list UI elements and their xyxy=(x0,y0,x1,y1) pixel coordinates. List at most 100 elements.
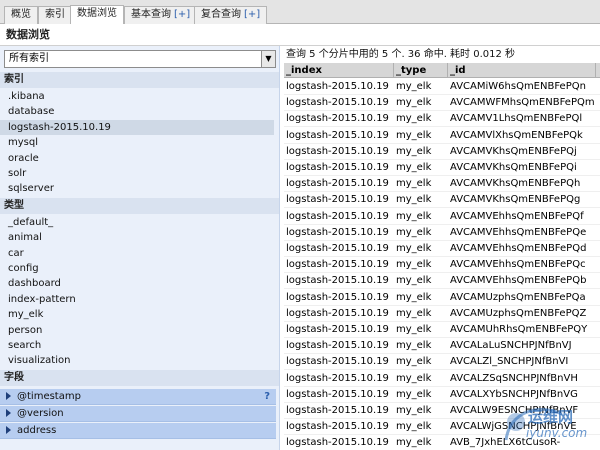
index-item[interactable]: logstash-2015.10.19 xyxy=(0,119,274,135)
tab-label: 数据浏览 xyxy=(77,8,117,19)
table-row[interactable]: logstash-2015.10.19 my_elk AVCAMVKhsQmENBF… xyxy=(284,144,600,160)
table-row[interactable]: logstash-2015.10.19 my_elk AVCAMUzphsQmENB… xyxy=(284,306,600,322)
page-title: 数据浏览 xyxy=(0,24,600,46)
type-item[interactable]: car xyxy=(0,246,274,261)
type-item[interactable]: dashboard xyxy=(0,276,274,291)
tab-label: 概览 xyxy=(11,9,31,20)
table-row[interactable]: logstash-2015.10.19 my_elk AVCAMVKhsQmENBF… xyxy=(284,192,600,209)
type-item[interactable]: _default_ xyxy=(0,215,274,230)
field-item[interactable]: @timestamp? xyxy=(0,388,276,405)
fields-header: 字段 xyxy=(0,369,279,386)
results-table-header: _index _type _id xyxy=(284,63,600,78)
cell-index: logstash-2015.10.19 xyxy=(286,356,389,368)
index-item[interactable]: solr xyxy=(0,166,274,181)
cell-type: my_elk xyxy=(396,421,432,433)
cell-id: AVCAMUhRhsQmENBFePQY xyxy=(450,324,588,335)
column-header-index[interactable]: _index xyxy=(284,63,394,78)
tab-label: 复合查询 xyxy=(201,9,241,20)
table-row[interactable]: logstash-2015.10.19 my_elk AVCAMVlXhsQmENB… xyxy=(284,128,600,144)
cell-index: logstash-2015.10.19 xyxy=(286,97,389,109)
table-row[interactable]: logstash-2015.10.19 my_elk AVCALZSqSNCHPJN… xyxy=(284,371,600,387)
table-row[interactable]: logstash-2015.10.19 my_elk AVCALaLuSNCHPJN… xyxy=(284,338,600,355)
expand-triangle-icon[interactable] xyxy=(6,425,11,434)
type-item[interactable]: search xyxy=(0,338,274,353)
type-item[interactable]: person xyxy=(0,323,274,338)
cell-type: my_elk xyxy=(396,340,432,352)
tab-4[interactable]: 复合查询 [+] xyxy=(194,6,268,24)
table-row[interactable]: logstash-2015.10.19 my_elk AVCAMVEhhsQmENB… xyxy=(284,209,600,225)
cell-type: my_elk xyxy=(396,356,432,368)
type-item[interactable]: my_elk xyxy=(0,307,274,322)
type-item[interactable]: visualization xyxy=(0,353,274,368)
index-select[interactable]: 所有索引 ▼ xyxy=(4,50,276,68)
column-header-id[interactable]: _id xyxy=(448,63,596,78)
help-icon[interactable]: ? xyxy=(264,389,270,405)
tab-2[interactable]: 数据浏览 xyxy=(70,5,124,25)
field-item[interactable]: @version xyxy=(0,405,276,422)
cell-id: AVCAMWFMhsQmENBFePQm xyxy=(450,97,595,109)
cell-id: AVCAMVEhhsQmENBFePQc xyxy=(450,259,586,271)
cell-id: AVCAMVEhhsQmENBFePQd xyxy=(450,243,587,254)
tab-3[interactable]: 基本查询 [+] xyxy=(124,6,198,24)
cell-id: AVCALZSqSNCHPJNfBnVH xyxy=(450,372,578,384)
cell-type: my_elk xyxy=(396,243,432,254)
field-item[interactable]: address xyxy=(0,422,276,439)
type-item[interactable]: index-pattern xyxy=(0,292,274,307)
expand-triangle-icon[interactable] xyxy=(6,408,11,417)
cell-index: logstash-2015.10.19 xyxy=(286,194,389,206)
cell-type: my_elk xyxy=(396,210,432,222)
cell-index: logstash-2015.10.19 xyxy=(286,259,389,271)
cell-type: my_elk xyxy=(396,97,432,109)
cell-index: logstash-2015.10.19 xyxy=(286,81,389,92)
table-row[interactable]: logstash-2015.10.19 my_elk AVCAMVEhhsQmENB… xyxy=(284,225,600,241)
cell-index: logstash-2015.10.19 xyxy=(286,129,389,141)
index-item[interactable]: mysql xyxy=(0,135,274,150)
cell-type: my_elk xyxy=(396,275,432,287)
index-item[interactable]: oracle xyxy=(0,151,274,166)
index-item[interactable]: sqlserver xyxy=(0,181,274,196)
table-row[interactable]: logstash-2015.10.19 my_elk AVCAMUhRhsQmENB… xyxy=(284,322,600,338)
cell-type: my_elk xyxy=(396,113,432,125)
field-name: @version xyxy=(17,407,64,419)
table-row[interactable]: logstash-2015.10.19 my_elk AVCALZl_SNCHPJN… xyxy=(284,354,600,371)
table-row[interactable]: logstash-2015.10.19 my_elk AVCAMVEhhsQmENB… xyxy=(284,257,600,274)
cell-index: logstash-2015.10.19 xyxy=(286,388,389,400)
cell-type: my_elk xyxy=(396,259,432,271)
field-name: @timestamp xyxy=(17,390,81,402)
tab-1[interactable]: 索引 xyxy=(38,6,72,24)
tab-add-icon[interactable]: [+] xyxy=(244,9,260,20)
cell-index: logstash-2015.10.19 xyxy=(286,162,389,173)
index-item[interactable]: .kibana xyxy=(0,89,274,104)
cell-index: logstash-2015.10.19 xyxy=(286,243,389,254)
column-header-type[interactable]: _type xyxy=(394,63,448,78)
table-row[interactable]: logstash-2015.10.19 my_elk AVCAMVKhsQmENBF… xyxy=(284,176,600,193)
table-row[interactable]: logstash-2015.10.19 my_elk AVCAMUzphsQmENB… xyxy=(284,290,600,306)
table-row[interactable]: logstash-2015.10.19 my_elk AVCAMVEhhsQmENB… xyxy=(284,241,600,257)
index-item[interactable]: database xyxy=(0,104,274,119)
cell-type: my_elk xyxy=(396,145,432,157)
cell-id: AVCAMUzphsQmENBFePQa xyxy=(450,291,586,303)
cell-type: my_elk xyxy=(396,81,432,92)
tab-add-icon[interactable]: [+] xyxy=(174,9,190,20)
dropdown-arrow-icon[interactable]: ▼ xyxy=(261,51,275,67)
cell-id: AVCAMVKhsQmENBFePQj xyxy=(450,145,577,157)
cell-index: logstash-2015.10.19 xyxy=(286,145,389,157)
table-row[interactable]: logstash-2015.10.19 my_elk AVCAMV1LhsQmENB… xyxy=(284,111,600,128)
expand-triangle-icon[interactable] xyxy=(6,391,11,400)
table-row[interactable]: logstash-2015.10.19 my_elk AVCAMWFMhsQmENB… xyxy=(284,95,600,112)
cell-index: logstash-2015.10.19 xyxy=(286,178,389,190)
type-item[interactable]: config xyxy=(0,261,274,276)
cell-id: AVCAMV1LhsQmENBFePQl xyxy=(450,113,583,125)
table-row[interactable]: logstash-2015.10.19 my_elk AVCAMVKhsQmENBF… xyxy=(284,160,600,176)
table-row[interactable]: logstash-2015.10.19 my_elk AVCAMiW6hsQmENB… xyxy=(284,79,600,95)
cell-type: my_elk xyxy=(396,405,432,416)
cell-index: logstash-2015.10.19 xyxy=(286,307,389,319)
type-item[interactable]: animal xyxy=(0,230,274,245)
table-row[interactable]: logstash-2015.10.19 my_elk AVCAMVEhhsQmENB… xyxy=(284,273,600,290)
tab-0[interactable]: 概览 xyxy=(4,6,38,24)
cell-type: my_elk xyxy=(396,194,432,206)
cell-index: logstash-2015.10.19 xyxy=(286,340,389,352)
cell-index: logstash-2015.10.19 xyxy=(286,275,389,287)
cell-id: AVCAMVKhsQmENBFePQg xyxy=(450,194,581,206)
cell-type: my_elk xyxy=(396,129,432,141)
